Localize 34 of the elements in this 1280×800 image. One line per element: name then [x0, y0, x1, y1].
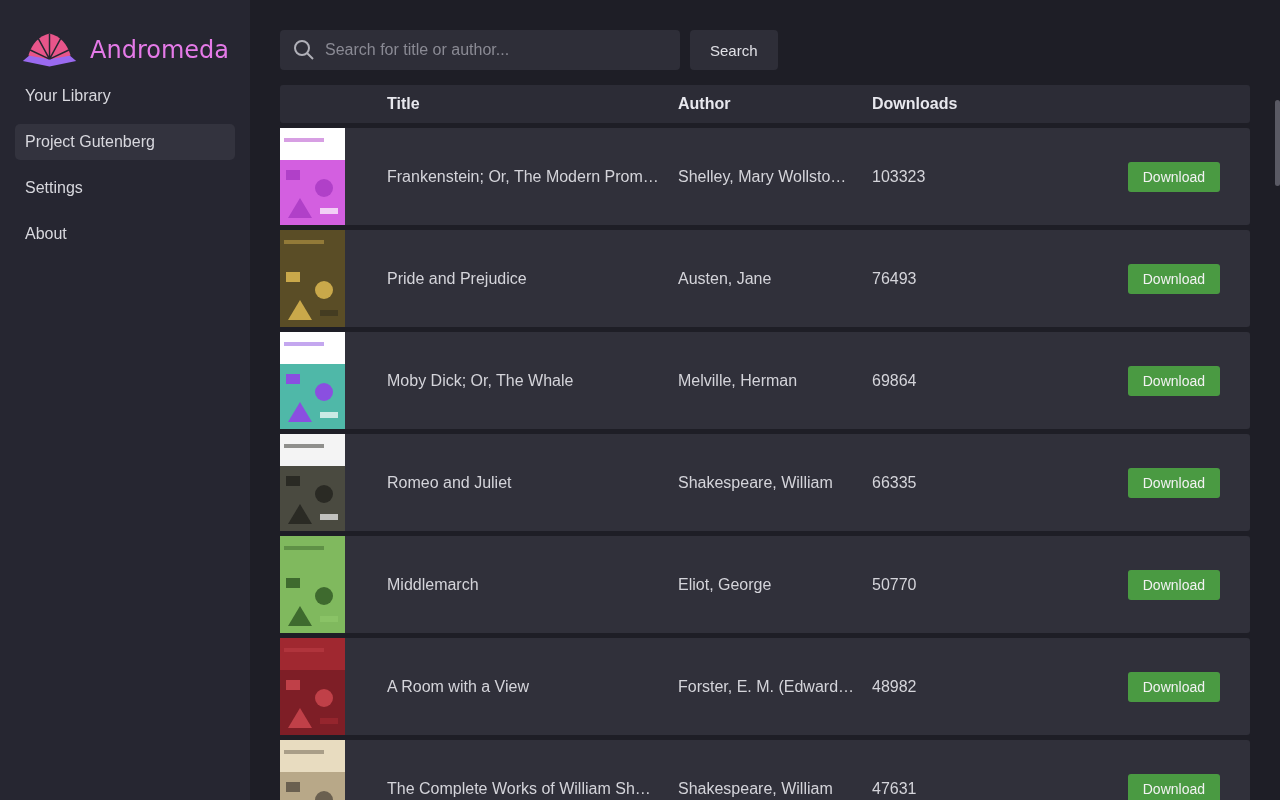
logo-icon [21, 30, 78, 70]
downloads-cell-text: 76493 [872, 269, 918, 288]
title-cell-text: A Room with a View [387, 677, 530, 696]
sidebar-item[interactable]: Project Gutenberg [15, 124, 235, 160]
search-field[interactable]: Search for title or author... [280, 30, 680, 70]
app-name: Andromeda [90, 36, 229, 64]
title-cell-text: Moby Dick; Or, The Whale [387, 371, 575, 390]
title-cell-text: Middlemarch [387, 575, 480, 594]
author-cell-text: Shakespeare, William [678, 473, 834, 492]
downloads-cell-text: 66335 [872, 473, 918, 492]
column-header[interactable]: Downloads [872, 95, 1250, 113]
title-cell-text: Pride and Prejudice [387, 269, 528, 288]
column-header[interactable]: Author [678, 95, 872, 113]
column-header[interactable]: Title [387, 95, 678, 113]
downloads-cell-text: 69864 [872, 371, 918, 390]
sidebar-item[interactable]: About [15, 216, 235, 252]
title-cell-text: The Complete Works of William Sh… [387, 779, 652, 798]
title-cell-text: Romeo and Juliet [387, 473, 513, 492]
author-cell-text: Austen, Jane [678, 269, 773, 288]
downloads-cell-text: 50770 [872, 575, 918, 594]
author-cell-text: Forster, E. M. (Edward… [678, 677, 856, 696]
search-icon [293, 39, 315, 61]
author-cell-text: Shelley, Mary Wollsto… [678, 167, 848, 186]
downloads-cell-text: 103323 [872, 167, 927, 186]
author-cell-text: Shakespeare, William [678, 779, 834, 798]
sidebar-item[interactable]: Your Library [15, 78, 235, 114]
author-cell-text: Melville, Herman [678, 371, 799, 390]
downloads-cell-text: 48982 [872, 677, 918, 696]
title-cell-text: Frankenstein; Or, The Modern Prom… [387, 167, 660, 186]
scrollbar-thumb[interactable] [1275, 100, 1280, 186]
author-cell-text: Eliot, George [678, 575, 773, 594]
downloads-cell-text: 47631 [872, 779, 918, 798]
search-button[interactable]: Search [690, 30, 778, 70]
sidebar-item[interactable]: Settings [15, 170, 235, 206]
